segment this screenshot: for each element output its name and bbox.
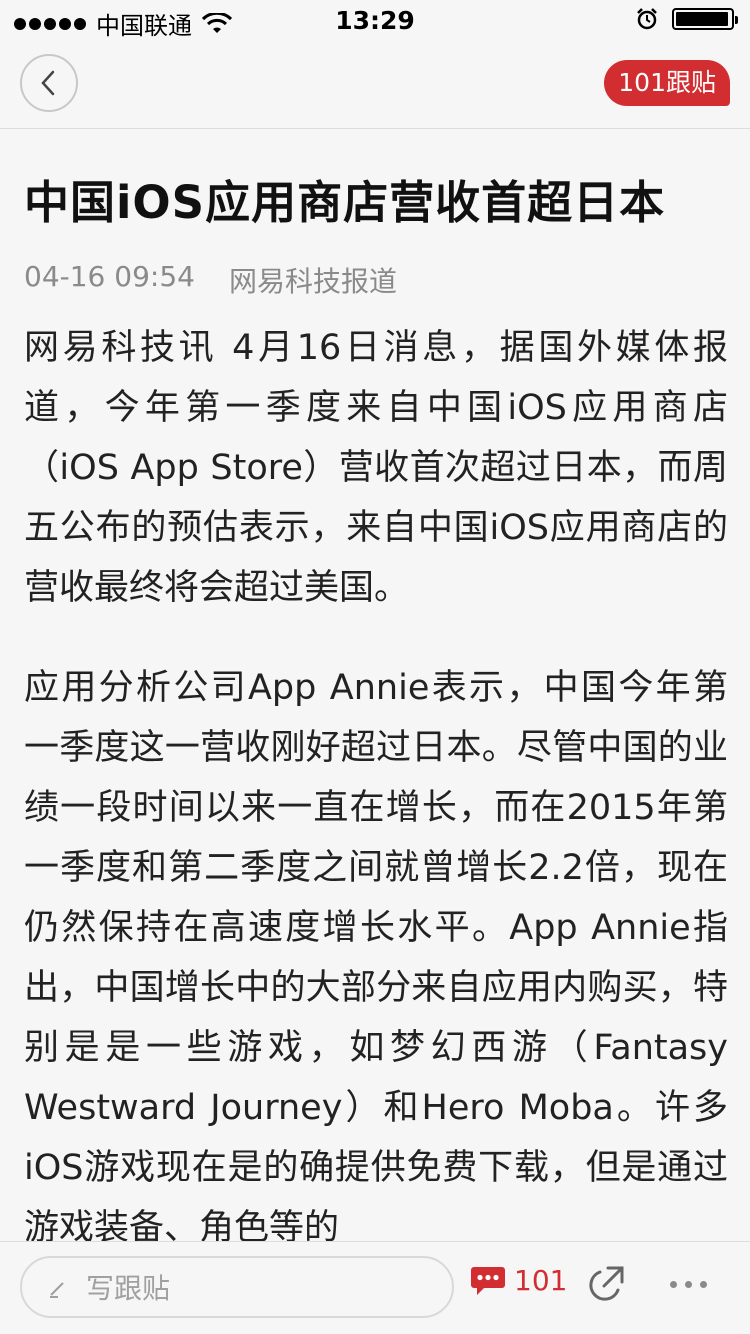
comment-bubble-icon bbox=[471, 1266, 505, 1295]
write-comment-placeholder: 写跟贴 bbox=[86, 1272, 171, 1305]
back-button[interactable] bbox=[20, 54, 78, 112]
battery-icon bbox=[672, 8, 738, 30]
more-options-icon[interactable] bbox=[664, 1266, 712, 1302]
comment-count-badge[interactable]: 101跟贴 bbox=[604, 60, 730, 106]
status-right bbox=[636, 8, 738, 30]
article-meta: 04-16 09:54 网易科技报道 bbox=[24, 260, 728, 300]
article: 中国iOS应用商店营收首超日本 04-16 09:54 网易科技报道 网易科技讯… bbox=[24, 128, 728, 1298]
article-body: 网易科技讯 4月16日消息，据国外媒体报道，今年第一季度来自中国iOS应用商店（… bbox=[24, 318, 728, 1258]
article-paragraph: 网易科技讯 4月16日消息，据国外媒体报道，今年第一季度来自中国iOS应用商店（… bbox=[24, 328, 728, 608]
article-paragraph: 应用分析公司App Annie表示，中国今年第一季度这一营收刚好超过日本。尽管中… bbox=[24, 668, 728, 1248]
article-title: 中国iOS应用商店营收首超日本 bbox=[24, 176, 666, 229]
alarm-icon bbox=[637, 8, 657, 30]
share-icon[interactable] bbox=[586, 1264, 626, 1304]
comments-count: 101 bbox=[514, 1264, 568, 1297]
article-source: 网易科技报道 bbox=[228, 265, 397, 298]
status-bar: 中国联通 13:29 bbox=[0, 0, 750, 40]
chevron-left-icon bbox=[41, 70, 55, 96]
nav-bar: 101跟贴 bbox=[0, 40, 750, 129]
article-date: 04-16 09:54 bbox=[24, 260, 195, 293]
bottom-toolbar: 写跟贴 101 bbox=[0, 1241, 750, 1334]
comments-button[interactable]: 101 bbox=[470, 1264, 567, 1297]
pencil-icon bbox=[50, 1282, 64, 1298]
write-comment-input[interactable]: 写跟贴 bbox=[20, 1256, 454, 1318]
